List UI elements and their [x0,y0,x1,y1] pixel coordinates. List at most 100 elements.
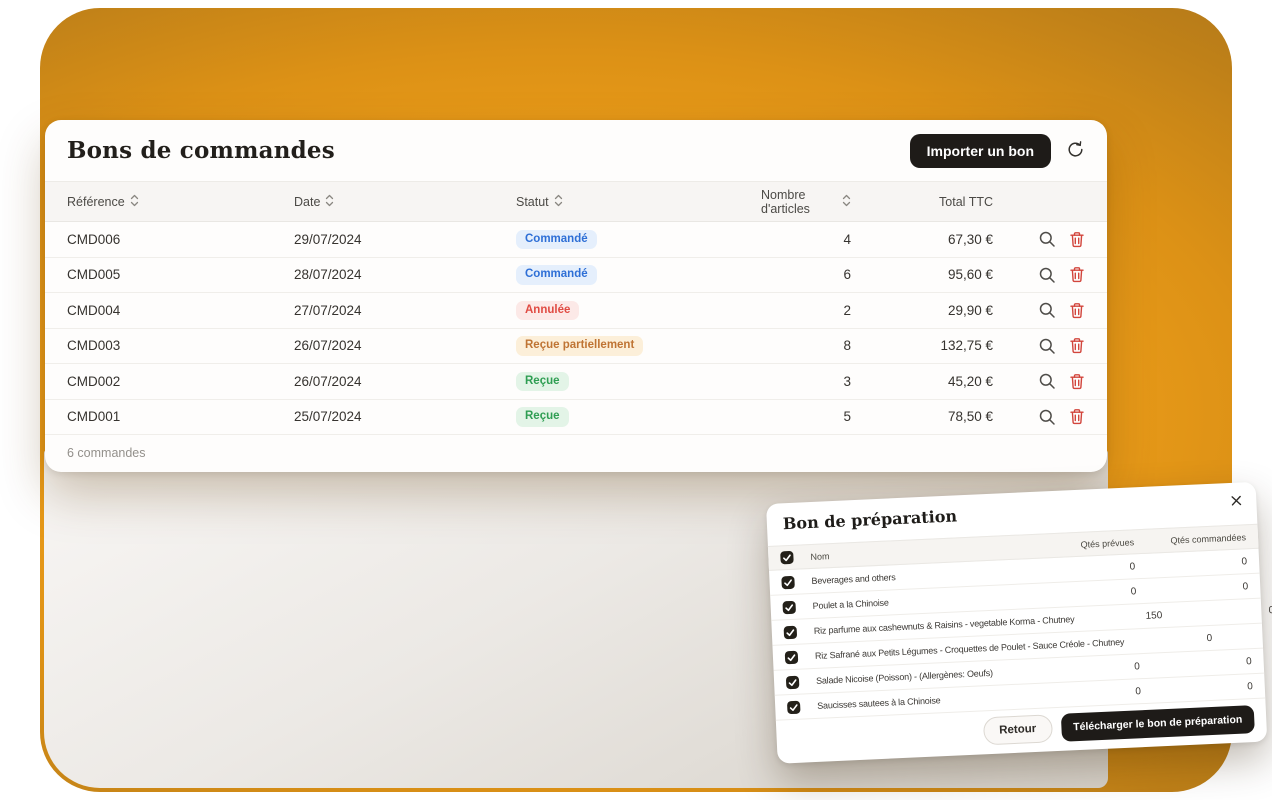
order-reference: CMD003 [67,338,294,353]
column-label: Référence [67,195,125,209]
orders-table-header: Référence Date Statut Nombre d'articles … [45,181,1107,222]
status-badge: Reçue partiellement [516,336,643,356]
close-button[interactable] [1229,491,1244,511]
qty-planned: 0 [1053,686,1141,701]
row-checkbox[interactable] [782,600,796,614]
order-total: 45,20 € [851,374,993,389]
column-header-date[interactable]: Date [294,194,516,210]
qty-ordered: 0 [1141,681,1253,697]
qty-ordered: 0 [1136,581,1248,597]
qty-ordered: 0 [1212,627,1272,643]
page-title: Bons de commandes [67,137,335,164]
table-row: CMD004 27/07/2024 Annulée 2 29,90 € [45,293,1107,329]
row-checkbox[interactable] [781,575,795,589]
view-order-button[interactable] [1038,301,1056,319]
column-label: Total TTC [939,195,993,209]
download-preparation-button[interactable]: Télécharger le bon de préparation [1061,705,1255,742]
column-header-reference[interactable]: Référence [67,194,294,210]
order-articles-count: 3 [761,374,851,389]
delete-order-button[interactable] [1069,266,1085,283]
order-total: 67,30 € [851,232,993,247]
status-badge: Reçue [516,372,569,392]
qty-ordered: 0 [1162,605,1272,621]
order-date: 26/07/2024 [294,338,516,353]
qty-ordered: 0 [1139,656,1251,672]
orders-card: Bons de commandes Importer un bon Référe… [45,120,1107,472]
orders-count-label: 6 commandes [67,446,146,460]
order-reference: CMD004 [67,303,294,318]
qty-planned: 0 [1047,561,1135,576]
column-header-total: Total TTC [851,195,993,209]
table-row: CMD005 28/07/2024 Commandé 6 95,60 € [45,258,1107,294]
orders-card-header: Bons de commandes Importer un bon [45,120,1107,181]
row-checkbox[interactable] [784,625,798,639]
hero-composition: Bons de commandes Importer un bon Référe… [0,0,1272,800]
close-icon [1231,493,1242,508]
order-date: 26/07/2024 [294,374,516,389]
qty-ordered: 0 [1135,556,1247,572]
delete-order-button[interactable] [1069,302,1085,319]
order-articles-count: 2 [761,303,851,318]
status-badge: Reçue [516,407,569,427]
back-button[interactable]: Retour [983,714,1053,745]
order-reference: CMD002 [67,374,294,389]
delete-order-button[interactable] [1069,408,1085,425]
order-articles-count: 5 [761,409,851,424]
column-label: Statut [516,195,549,209]
row-checkbox[interactable] [786,675,800,689]
sort-icon [842,194,851,210]
refresh-button[interactable] [1066,140,1085,162]
order-total: 29,90 € [851,303,993,318]
row-checkbox[interactable] [787,700,801,714]
qty-planned: 0 [1048,586,1136,601]
order-date: 25/07/2024 [294,409,516,424]
table-row: CMD002 26/07/2024 Reçue 3 45,20 € [45,364,1107,400]
view-order-button[interactable] [1038,266,1056,284]
preparation-card: Bon de préparation Nom Qtés prévues Qtés… [766,482,1267,764]
table-row: CMD003 26/07/2024 Reçue partiellement 8 … [45,329,1107,365]
column-header-qty-ordered: Qtés commandées [1134,532,1246,547]
view-order-button[interactable] [1038,230,1056,248]
sort-icon [325,194,334,210]
table-row: CMD006 29/07/2024 Commandé 4 67,30 € [45,222,1107,258]
column-header-qty-planned: Qtés prévues [1046,537,1134,551]
preparation-card-title: Bon de préparation [782,506,957,533]
product-name: Salade Nicoise (Poisson) - (Allergènes: … [816,665,1052,686]
status-badge: Commandé [516,265,597,285]
order-total: 95,60 € [851,267,993,282]
view-order-button[interactable] [1038,408,1056,426]
view-order-button[interactable] [1038,372,1056,390]
sort-icon [554,194,563,210]
order-date: 29/07/2024 [294,232,516,247]
delete-order-button[interactable] [1069,373,1085,390]
order-total: 132,75 € [851,338,993,353]
order-date: 27/07/2024 [294,303,516,318]
refresh-icon [1066,140,1085,162]
column-header-nom: Nom [810,541,1046,562]
qty-planned: 150 [1074,610,1162,625]
sort-icon [130,194,139,210]
table-row: CMD001 25/07/2024 Reçue 5 78,50 € [45,400,1107,436]
delete-order-button[interactable] [1069,231,1085,248]
qty-planned: 0 [1124,632,1212,647]
order-articles-count: 6 [761,267,851,282]
view-order-button[interactable] [1038,337,1056,355]
column-header-statut[interactable]: Statut [516,194,761,210]
product-name: Riz parfume aux cashewnuts & Raisins - v… [814,614,1075,636]
order-articles-count: 4 [761,232,851,247]
select-all-checkbox[interactable] [780,551,794,565]
column-header-articles[interactable]: Nombre d'articles [761,188,851,216]
qty-planned: 0 [1052,661,1140,676]
order-articles-count: 8 [761,338,851,353]
order-total: 78,50 € [851,409,993,424]
status-badge: Commandé [516,230,597,250]
column-label: Date [294,195,320,209]
product-name: Saucisses sautees à la Chinoise [817,690,1053,711]
import-order-button[interactable]: Importer un bon [910,134,1051,168]
delete-order-button[interactable] [1069,337,1085,354]
row-checkbox[interactable] [785,650,799,664]
product-name: Beverages and others [811,565,1047,586]
order-reference: CMD005 [67,267,294,282]
column-label: Nombre d'articles [761,188,837,216]
product-name: Poulet a la Chinoise [812,590,1048,611]
